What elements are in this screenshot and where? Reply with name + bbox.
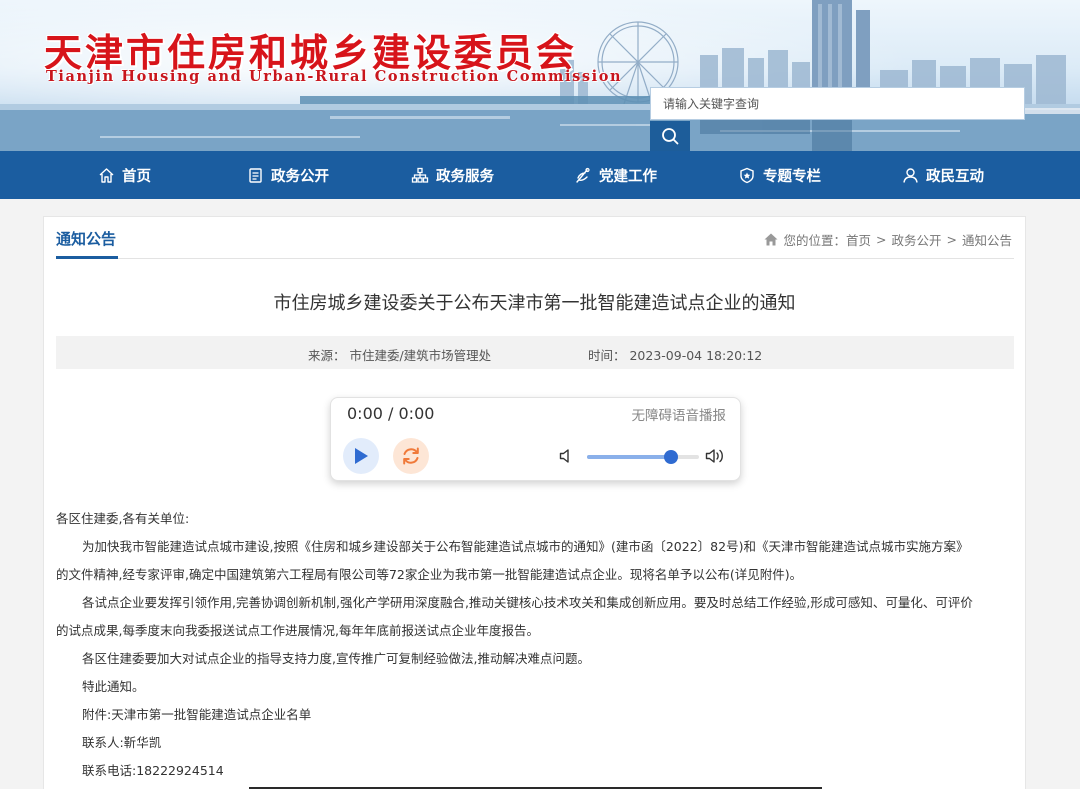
contact-person: 联系人:靳华凯 xyxy=(82,735,162,750)
article-title: 市住房城乡建设委关于公布天津市第一批智能建造试点企业的通知 xyxy=(273,293,796,314)
play-button[interactable] xyxy=(343,438,379,474)
content-panel: 通知公告 您的位置： 首页 > 政务公开 > 通知公告 市住房城乡建设委关于公布… xyxy=(43,216,1026,789)
nav-item-public-interaction[interactable]: 政民互动 xyxy=(902,151,984,199)
article-time: 时间： 2023-09-04 18:20:12 xyxy=(588,348,763,363)
breadcrumb: 您的位置： 首页 > 政务公开 > 通知公告 xyxy=(764,230,1012,249)
salutation: 各区住建委,各有关单位: xyxy=(56,511,190,526)
breadcrumb-government-affairs-link[interactable]: 政务公开 xyxy=(891,230,941,249)
home-icon xyxy=(764,233,778,246)
article-meta: 来源： 市住建委/建筑市场管理处 时间： 2023-09-04 18:20:12 xyxy=(56,336,1014,369)
flag-icon xyxy=(576,167,590,183)
nav-label: 党建工作 xyxy=(599,168,657,185)
refresh-icon xyxy=(403,447,419,465)
document-icon xyxy=(249,167,262,183)
breadcrumb-prefix: 您的位置： xyxy=(783,233,846,248)
nav-label: 首页 xyxy=(122,168,151,185)
paragraph-line: 的试点成果,每季度末向我委报送试点工作进展情况,每年年底前报送试点企业年度报告。 xyxy=(56,623,539,638)
section-title-underline xyxy=(56,256,118,259)
search-button[interactable] xyxy=(650,121,690,151)
network-icon xyxy=(411,167,429,183)
audio-time: 0:00 / 0:00 xyxy=(347,404,435,423)
site-subtitle-english: Tianjin Housing and Urban-Rural Construc… xyxy=(46,68,623,85)
closing-notice: 特此通知。 xyxy=(82,679,145,694)
paragraph-line: 各试点企业要发挥引领作用,完善协调创新机制,强化产学研用深度融合,推动关键核心技… xyxy=(82,595,973,610)
nav-item-special-topics[interactable]: 专题专栏 xyxy=(738,151,821,199)
nav-label: 政务服务 xyxy=(436,168,494,185)
section-title: 通知公告 xyxy=(56,230,117,248)
badge-icon xyxy=(740,167,754,183)
breadcrumb-current-link[interactable]: 通知公告 xyxy=(962,230,1012,249)
attachment-label: 附件:天津市第一批智能建造试点企业名单 xyxy=(82,707,312,722)
paragraph: 各区住建委要加大对试点企业的指导支持力度,宣传推广可复制经验做法,推动解决难点问… xyxy=(82,651,590,666)
article-body: 各区住建委,各有关单位: 为加快我市智能建造试点城市建设,按照《住房和城乡建设部… xyxy=(56,505,1014,785)
paragraph-line: 为加快我市智能建造试点城市建设,按照《住房和城乡建设部关于公布智能建造试点城市的… xyxy=(82,539,969,554)
header-banner: 天津市住房和城乡建设委员会 Tianjin Housing and Urban-… xyxy=(0,0,1080,151)
nav-label: 政民互动 xyxy=(926,168,984,185)
nav-item-government-affairs-disclosure[interactable]: 政务公开 xyxy=(247,151,329,199)
article-source: 来源： 市住建委/建筑市场管理处 xyxy=(308,348,492,363)
volume-slider[interactable] xyxy=(587,450,699,464)
nav-item-government-services[interactable]: 政务服务 xyxy=(411,151,494,199)
nav-item-party-building[interactable]: 党建工作 xyxy=(574,151,657,199)
section-divider xyxy=(56,258,1014,259)
play-icon xyxy=(355,448,368,464)
nav-item-home[interactable]: 首页 xyxy=(98,151,151,199)
volume-high-icon[interactable] xyxy=(705,448,727,464)
user-icon xyxy=(903,167,918,183)
audio-player: 0:00 / 0:00 无障碍语音播报 xyxy=(330,397,741,481)
volume-slider-handle[interactable] xyxy=(664,450,678,464)
search-icon xyxy=(662,128,679,145)
audio-player-label: 无障碍语音播报 xyxy=(631,408,727,424)
volume-fill xyxy=(587,455,671,459)
replay-button[interactable] xyxy=(393,438,429,474)
search-box xyxy=(650,87,1025,120)
breadcrumb-separator: > xyxy=(946,232,957,247)
volume-low-icon[interactable] xyxy=(559,448,573,464)
main-nav: 首页 政务公开 政务服务 党建工作 专题专栏 政民互动 xyxy=(0,151,1080,199)
search-input[interactable] xyxy=(651,88,983,119)
breadcrumb-separator: > xyxy=(876,232,887,247)
contact-phone: 联系电话:18222924514 xyxy=(82,763,224,778)
breadcrumb-home-link[interactable]: 首页 xyxy=(846,230,871,249)
home-icon xyxy=(99,167,114,183)
nav-label: 政务公开 xyxy=(271,168,329,185)
nav-label: 专题专栏 xyxy=(763,168,821,185)
paragraph-line: 的文件精神,经专家评审,确定中国建筑第六工程局有限公司等72家企业为我市第一批智… xyxy=(56,567,803,582)
